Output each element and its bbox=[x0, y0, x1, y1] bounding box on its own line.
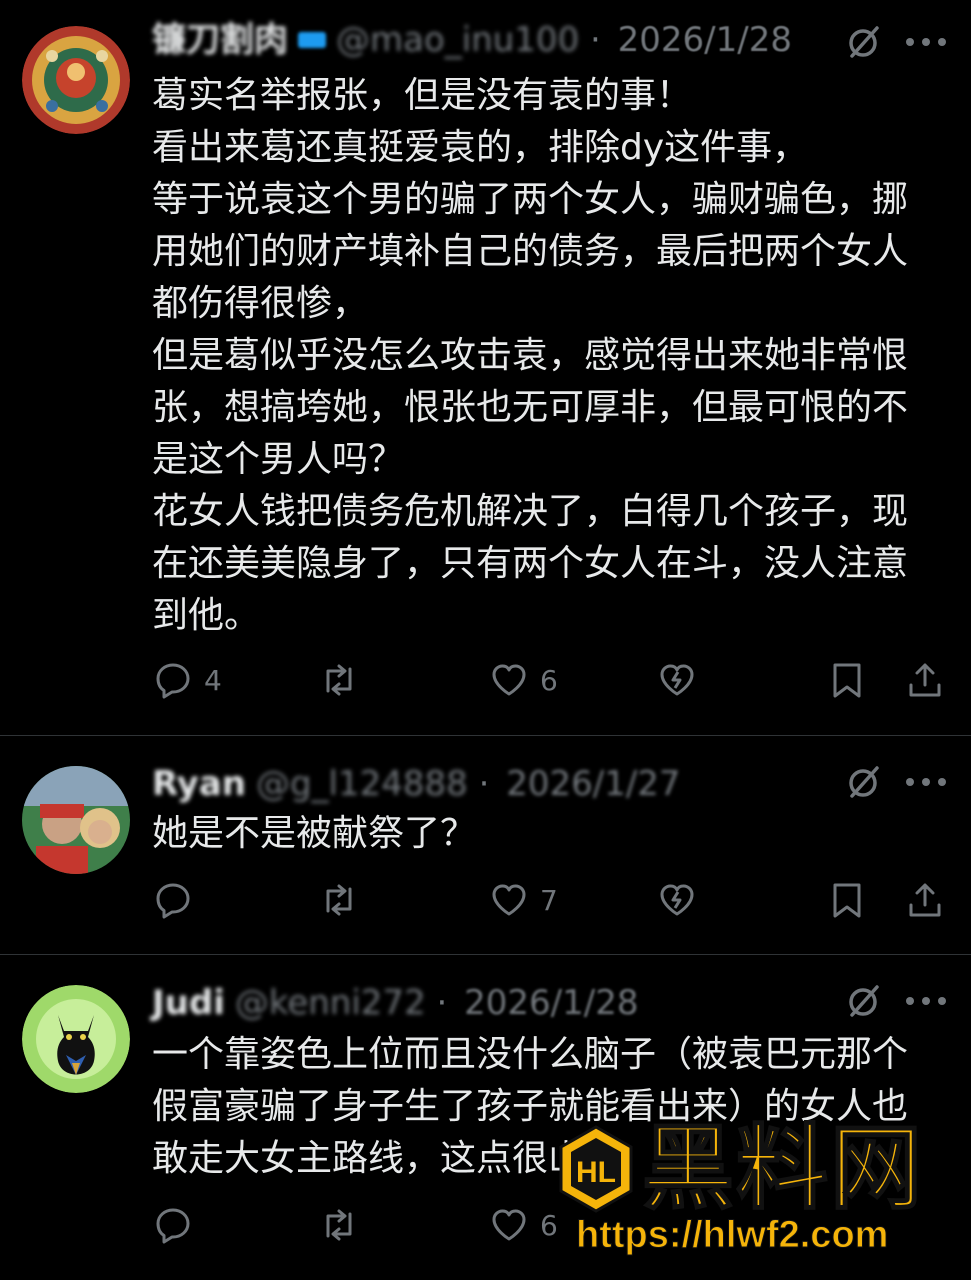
author-name[interactable]: Judi bbox=[152, 983, 225, 1023]
bookmark-icon bbox=[833, 663, 861, 698]
post-date[interactable]: 2026/1/27 bbox=[506, 764, 680, 804]
share-button[interactable] bbox=[906, 658, 944, 702]
like-icon bbox=[492, 664, 526, 696]
post-1[interactable]: 镰刀割肉 @mao_inu100 · 2026/1/28 葛实名举报张，但是没有袁… bbox=[0, 0, 971, 735]
repost-button[interactable] bbox=[320, 878, 370, 922]
author-name[interactable]: 镰刀割肉 bbox=[152, 20, 288, 60]
author-handle[interactable]: @kenni272 bbox=[235, 983, 426, 1023]
reply-button[interactable] bbox=[154, 1203, 204, 1247]
action-bar: 4 6 bbox=[0, 658, 971, 702]
watermark-title: 黑料网 bbox=[641, 1114, 925, 1223]
more-icon[interactable] bbox=[906, 997, 946, 1007]
watermark-logo-icon: HL bbox=[559, 1125, 633, 1213]
dislike-button[interactable] bbox=[658, 658, 696, 702]
post-2[interactable]: Ryan @g_l124888 · 2026/1/27 她是不是被献祭了？ 7 bbox=[0, 736, 971, 954]
post-date[interactable]: 2026/1/28 bbox=[464, 983, 638, 1023]
avatar[interactable] bbox=[22, 766, 130, 874]
share-icon bbox=[909, 883, 941, 917]
reply-count: 4 bbox=[204, 663, 222, 697]
post-paragraph: 看出来葛还真挺爱袁的，排除dy这件事， bbox=[152, 127, 809, 168]
avatar-photo-image bbox=[22, 766, 130, 874]
post-paragraph: 她是不是被献祭了？ bbox=[152, 813, 477, 854]
share-icon bbox=[909, 663, 941, 697]
dislike-button[interactable] bbox=[658, 878, 696, 922]
share-button[interactable] bbox=[906, 878, 944, 922]
like-button[interactable]: 7 bbox=[490, 878, 558, 922]
author-handle[interactable]: @mao_inu100 bbox=[336, 20, 579, 60]
more-icon[interactable] bbox=[906, 778, 946, 788]
post-date[interactable]: 2026/1/28 bbox=[618, 20, 792, 60]
repost-icon bbox=[326, 664, 352, 696]
avatar-thangka-image bbox=[22, 26, 130, 134]
more-icon[interactable] bbox=[906, 38, 946, 48]
verified-badge-icon bbox=[298, 31, 326, 48]
grok-icon[interactable] bbox=[846, 764, 882, 800]
reply-icon bbox=[156, 663, 190, 699]
broken-heart-icon bbox=[660, 884, 694, 916]
post-body: 她是不是被献祭了？ bbox=[152, 808, 942, 860]
bookmark-button[interactable] bbox=[828, 658, 866, 702]
reply-button[interactable]: 4 bbox=[154, 658, 222, 702]
watermark-url: https://hlwf2.com bbox=[575, 1214, 889, 1257]
reply-button[interactable] bbox=[154, 878, 204, 922]
like-button[interactable]: 6 bbox=[490, 658, 558, 702]
broken-heart-icon bbox=[660, 664, 694, 696]
grok-icon[interactable] bbox=[846, 24, 882, 60]
author-handle[interactable]: @g_l124888 bbox=[256, 764, 468, 804]
like-count: 6 bbox=[540, 663, 558, 697]
post-paragraph: 花女人钱把债务危机解决了，白得几个孩子，现在还美美隐身了，只有两个女人在斗，没人… bbox=[152, 491, 909, 636]
grok-icon[interactable] bbox=[846, 983, 882, 1019]
bookmark-icon bbox=[833, 883, 861, 918]
avatar[interactable] bbox=[22, 985, 130, 1093]
author-name[interactable]: Ryan bbox=[152, 764, 246, 804]
bookmark-button[interactable] bbox=[828, 878, 866, 922]
like-count: 7 bbox=[540, 883, 558, 917]
watermark: HL 黑料网 https://hlwf2.com bbox=[556, 1114, 961, 1270]
watermark-logo-text: HL bbox=[576, 1156, 616, 1189]
post-body: 葛实名举报张，但是没有袁的事！ 看出来葛还真挺爱袁的，排除dy这件事， 等于说袁… bbox=[152, 70, 942, 642]
avatar[interactable] bbox=[22, 26, 130, 134]
post-paragraph: 但是葛似乎没怎么攻击袁，感觉得出来她非常恨张，想搞垮她，恨张也无可厚非，但最可恨… bbox=[152, 335, 909, 480]
reply-icon bbox=[156, 883, 190, 919]
reply-icon bbox=[156, 1208, 190, 1244]
avatar-black-cat-image bbox=[22, 985, 130, 1093]
repost-icon bbox=[326, 1209, 352, 1241]
post-paragraph: 等于说袁这个男的骗了两个女人，骗财骗色，挪用她们的财产填补自己的债务，最后把两个… bbox=[152, 179, 909, 324]
action-bar: 7 bbox=[0, 878, 971, 922]
repost-icon bbox=[326, 884, 352, 916]
like-button[interactable]: 6 bbox=[490, 1203, 558, 1247]
post-paragraph: 葛实名举报张，但是没有袁的事！ bbox=[152, 75, 693, 116]
repost-button[interactable] bbox=[320, 658, 370, 702]
like-icon bbox=[492, 884, 526, 916]
like-icon bbox=[492, 1209, 526, 1241]
repost-button[interactable] bbox=[320, 1203, 370, 1247]
